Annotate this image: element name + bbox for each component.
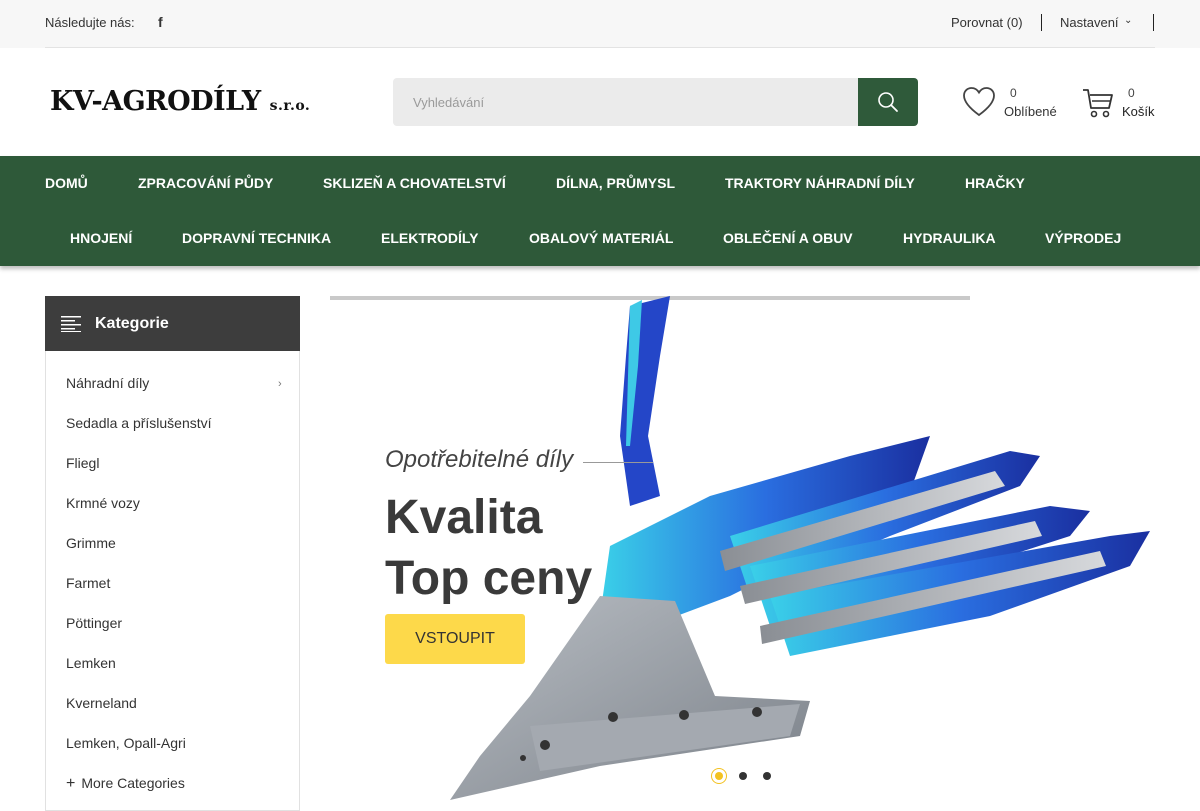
list-icon: [61, 316, 81, 332]
slide-headline-2: Top ceny: [385, 552, 593, 605]
cart-icon[interactable]: [1082, 87, 1114, 119]
nav-item-zpracovani-pudy[interactable]: ZPRACOVÁNÍ PŮDY: [138, 175, 273, 191]
category-list: Náhradní díly › Sedadla a příslušenství …: [45, 351, 300, 811]
nav-item-hracky[interactable]: HRAČKY: [965, 175, 1025, 191]
category-item-grimme[interactable]: Grimme: [66, 535, 116, 551]
category-item-farmet[interactable]: Farmet: [66, 575, 110, 591]
divider: [1041, 14, 1042, 31]
site-logo[interactable]: KV-AGRODÍLY s.r.o.: [50, 86, 310, 117]
search-input[interactable]: [393, 78, 858, 126]
nav-item-traktory[interactable]: TRAKTORY NÁHRADNÍ DÍLY: [725, 175, 915, 191]
subtitle-line: [583, 462, 653, 463]
facebook-icon[interactable]: f: [158, 14, 163, 30]
categories-title: Kategorie: [95, 315, 169, 332]
logo-main: KV-AGRODÍLY: [50, 86, 261, 117]
search-button[interactable]: [858, 78, 918, 126]
category-item-pottinger[interactable]: Pöttinger: [66, 615, 122, 631]
nav-item-domu[interactable]: DOMŮ: [45, 175, 88, 191]
category-item-fliegl[interactable]: Fliegl: [66, 455, 99, 471]
slide-headline-1: Kvalita: [385, 491, 543, 544]
favorites-count: 0: [1010, 86, 1017, 100]
logo-suffix: s.r.o.: [269, 98, 311, 114]
nav-item-elektrodily[interactable]: ELEKTRODÍLY: [381, 230, 479, 246]
compare-link[interactable]: Porovnat (0): [951, 15, 1023, 30]
favorites-link[interactable]: Oblíbené: [1004, 104, 1057, 119]
nav-item-obalovy-material[interactable]: OBALOVÝ MATERIÁL: [529, 230, 673, 246]
category-item-krmne-vozy[interactable]: Krmné vozy: [66, 495, 140, 511]
slider-dot-2[interactable]: [739, 772, 747, 780]
slider-dot-3[interactable]: [763, 772, 771, 780]
settings-dropdown[interactable]: Nastavení: [1060, 15, 1119, 30]
nav-item-vyprodej[interactable]: VÝPRODEJ: [1045, 230, 1121, 246]
more-categories-label: More Categories: [81, 775, 185, 791]
plough-image: [450, 296, 1150, 800]
hero-slider: Opotřebitelné díly Kvalita Top ceny VSTO…: [330, 296, 1200, 800]
divider: [1153, 14, 1154, 31]
search-icon: [878, 92, 898, 112]
nav-item-sklizen[interactable]: SKLIZEŇ A CHOVATELSTVÍ: [323, 175, 506, 191]
categories-header[interactable]: Kategorie: [45, 296, 300, 351]
enter-button[interactable]: VSTOUPIT: [385, 614, 525, 664]
category-item-nahradni-dily[interactable]: Náhradní díly: [66, 375, 149, 391]
nav-item-dilna[interactable]: DÍLNA, PRŮMYSL: [556, 175, 675, 191]
category-item-lemken[interactable]: Lemken: [66, 655, 116, 671]
cart-link[interactable]: Košík: [1122, 104, 1155, 119]
category-item-sedadla[interactable]: Sedadla a příslušenství: [66, 415, 212, 431]
chevron-right-icon[interactable]: ›: [278, 378, 282, 390]
category-item-kverneland[interactable]: Kverneland: [66, 695, 137, 711]
cart-count: 0: [1128, 86, 1135, 100]
nav-item-dopravni-technika[interactable]: DOPRAVNÍ TECHNIKA: [182, 230, 331, 246]
more-categories-button[interactable]: + More Categories: [66, 775, 185, 793]
nav-item-hydraulika[interactable]: HYDRAULIKA: [903, 230, 996, 246]
main-navigation: DOMŮ ZPRACOVÁNÍ PŮDY SKLIZEŇ A CHOVATELS…: [0, 156, 1200, 266]
category-item-lemken-opall[interactable]: Lemken, Opall-Agri: [66, 735, 186, 751]
plus-icon: +: [66, 775, 76, 792]
slider-dot-1[interactable]: [715, 772, 723, 780]
search-box: [393, 78, 858, 126]
follow-label: Následujte nás:: [45, 15, 135, 30]
slide-subtitle: Opotřebitelné díly: [385, 446, 574, 473]
heart-icon[interactable]: [962, 86, 996, 118]
top-bar: Následujte nás: f Porovnat (0) Nastavení…: [0, 0, 1200, 48]
nav-item-hnojeni[interactable]: HNOJENÍ: [70, 230, 132, 246]
chevron-down-icon[interactable]: ⌄: [1124, 15, 1132, 26]
nav-item-obleceni[interactable]: OBLEČENÍ A OBUV: [723, 230, 853, 246]
